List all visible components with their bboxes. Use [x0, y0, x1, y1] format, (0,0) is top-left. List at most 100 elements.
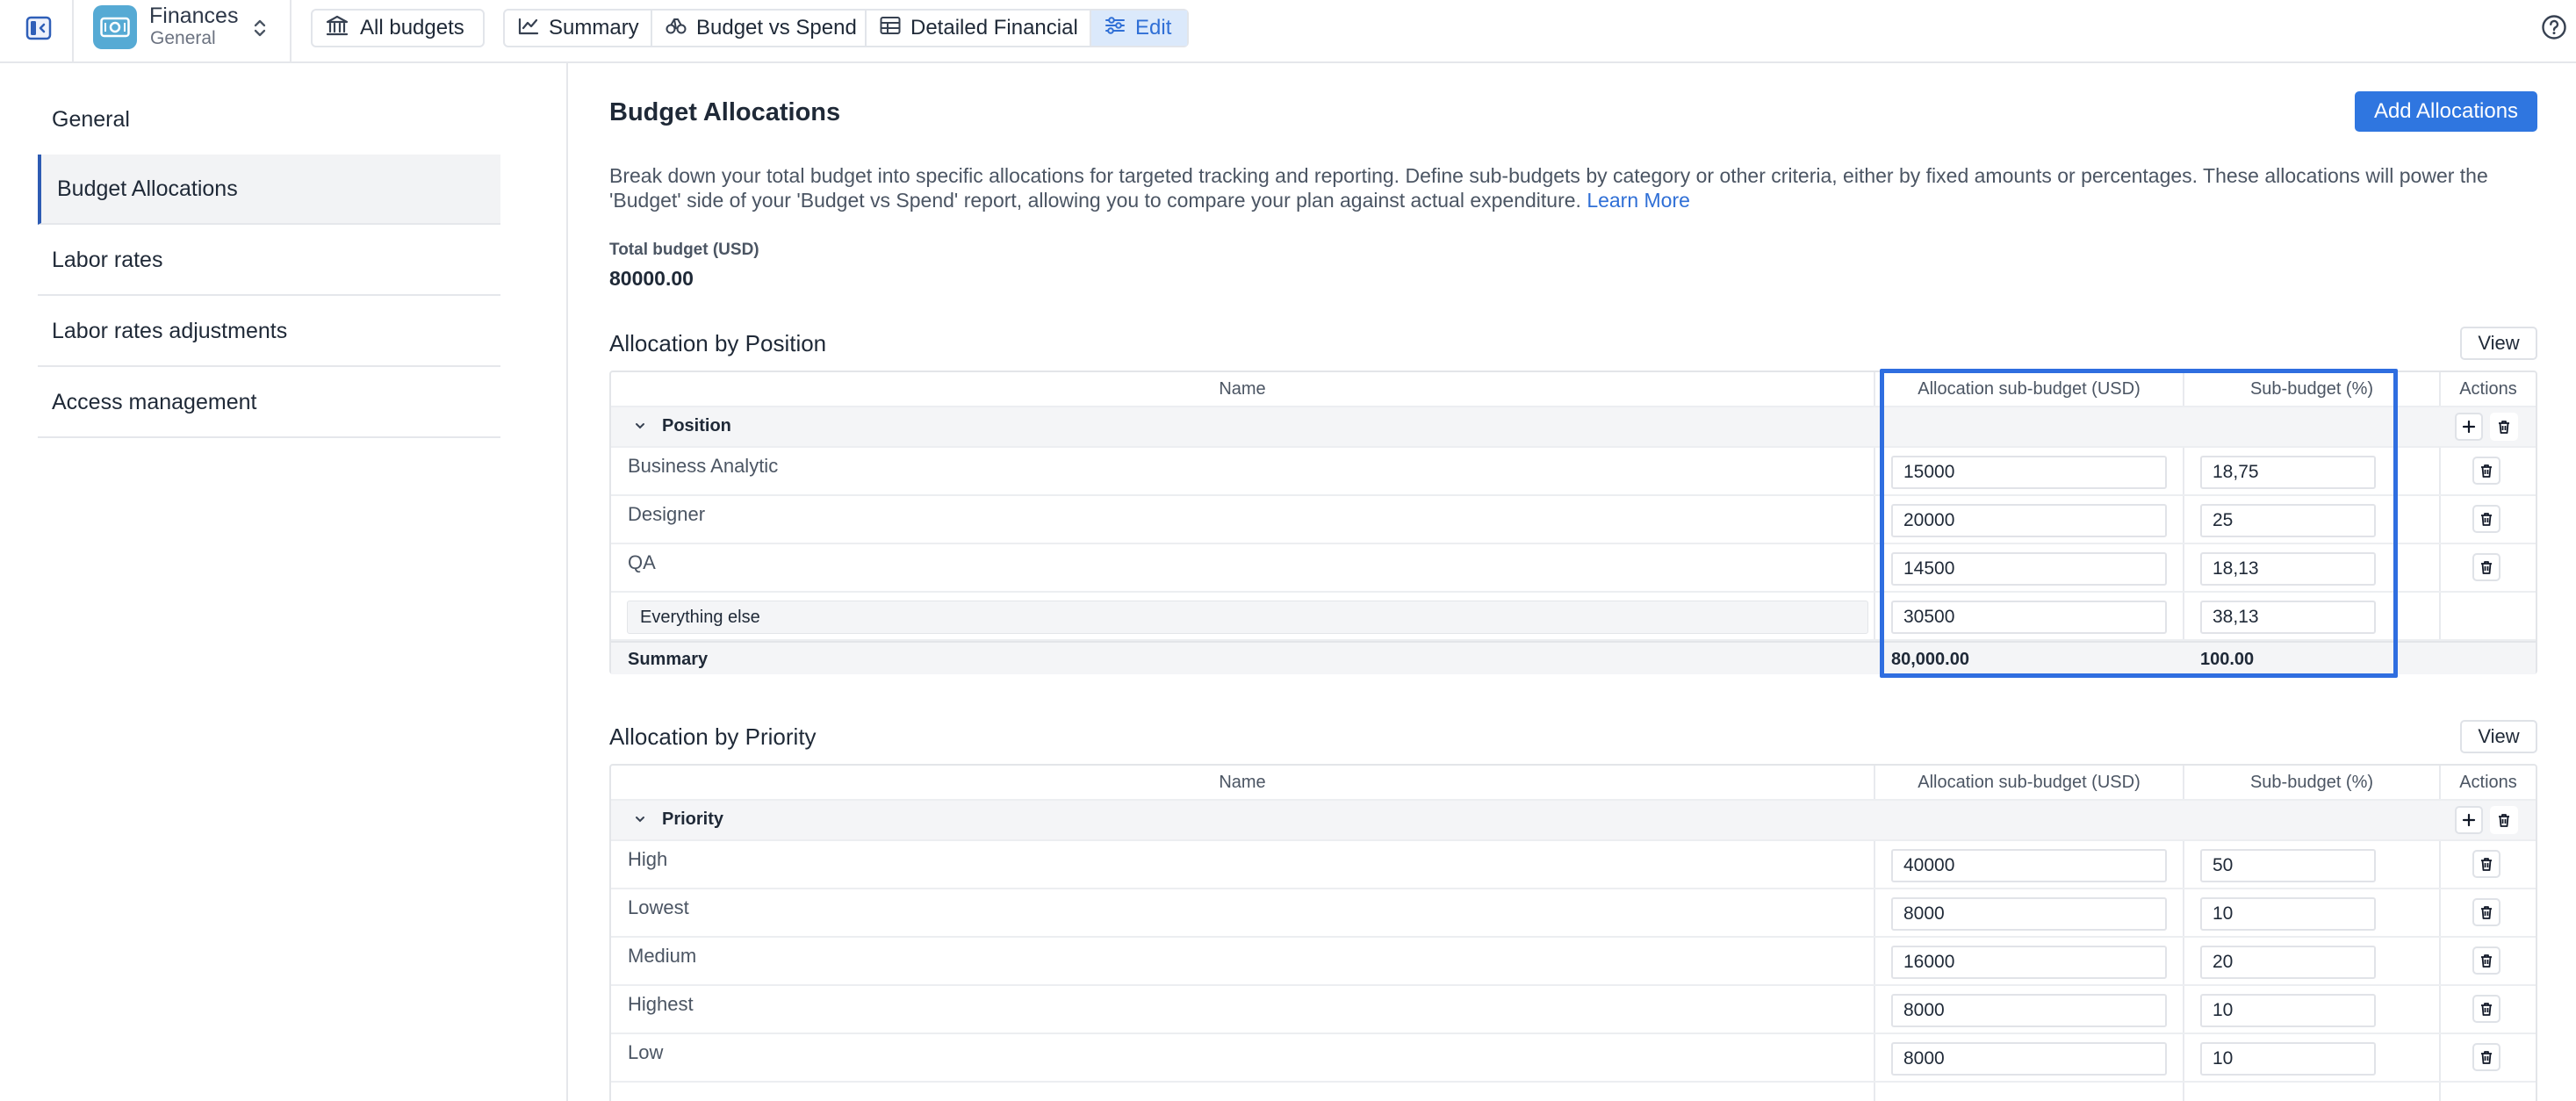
pct-input[interactable]: 38,13 [2200, 601, 2376, 634]
position-section-title: Allocation by Position [609, 330, 827, 356]
all-budgets-label: All budgets [360, 16, 464, 40]
row-name: Lowest [628, 896, 689, 918]
usd-input[interactable]: 8000 [1891, 897, 2167, 931]
table-row: Lowest 8000 10 [611, 889, 2536, 938]
tab-label: Summary [549, 16, 639, 40]
sidebar-item-labor-rates[interactable]: Labor rates [38, 226, 500, 296]
usd-input[interactable]: 20000 [1891, 504, 2167, 537]
pct-input[interactable]: 25 [2200, 504, 2376, 537]
usd-input[interactable]: 40000 [1891, 849, 2167, 882]
sidebar-item-label: Access management [52, 389, 257, 414]
add-row-button[interactable] [2455, 413, 2483, 441]
pct-input[interactable]: 18,75 [2200, 456, 2376, 489]
sidebar-item-budget-allocations[interactable]: Budget Allocations [38, 155, 500, 225]
usd-input[interactable]: 15000 [1891, 456, 2167, 489]
position-table: Name Allocation sub-budget (USD) Sub-bud… [609, 371, 2537, 674]
sidebar-toggle-icon[interactable] [23, 12, 54, 44]
sidebar-item-access-management[interactable]: Access management [38, 368, 500, 438]
chevron-down-icon[interactable] [634, 813, 646, 825]
usd-input[interactable]: 30500 [1891, 601, 2167, 634]
pct-input[interactable]: 10 [2200, 1042, 2376, 1076]
column-header-usd: Allocation sub-budget (USD) [1918, 378, 2141, 399]
table-icon [879, 15, 902, 42]
pct-input[interactable]: 18,13 [2200, 552, 2376, 586]
divider [290, 0, 291, 63]
usd-input[interactable]: 16000 [1891, 946, 2167, 979]
column-header-actions: Actions [2459, 772, 2517, 792]
sidebar-item-labor-rates-adjustments[interactable]: Labor rates adjustments [38, 297, 500, 367]
column-header-actions: Actions [2459, 378, 2517, 399]
pct-input[interactable]: 20 [2200, 946, 2376, 979]
settings-sidebar: General Budget Allocations Labor rates L… [0, 63, 568, 1101]
chevron-updown-icon[interactable] [251, 16, 269, 40]
column-header-name: Name [1219, 772, 1266, 792]
tab-budget-vs-spend[interactable]: Budget vs Spend [652, 11, 865, 46]
priority-view-button[interactable]: View [2460, 720, 2537, 753]
delete-group-button[interactable] [2490, 413, 2518, 441]
page-description: Break down your total budget into specif… [609, 163, 2550, 212]
delete-group-button[interactable] [2490, 806, 2518, 834]
all-budgets-button[interactable]: All budgets [311, 9, 485, 47]
chevron-down-icon[interactable] [634, 420, 646, 432]
row-name: Designer [628, 503, 706, 525]
pct-input[interactable]: 10 [2200, 994, 2376, 1027]
sidebar-item-label: Labor rates [52, 247, 163, 272]
priority-table: Name Allocation sub-budget (USD) Sub-bud… [609, 764, 2537, 1101]
delete-row-button[interactable] [2472, 457, 2500, 485]
position-view-button[interactable]: View [2460, 327, 2537, 360]
usd-input[interactable]: 8000 [1891, 994, 2167, 1027]
tab-label: Edit [1135, 16, 1172, 40]
delete-row-button[interactable] [2472, 995, 2500, 1023]
tab-detailed-financial[interactable]: Detailed Financial [867, 11, 1090, 46]
delete-row-button[interactable] [2472, 553, 2500, 581]
sliders-icon [1104, 15, 1126, 42]
total-budget-value: 80000.00 [609, 267, 694, 290]
delete-row-button[interactable] [2472, 946, 2500, 975]
table-row: Medium 16000 20 [611, 938, 2536, 986]
table-row-everything-else: Everything else 30500 38,13 [611, 593, 2536, 641]
tab-edit[interactable]: Edit [1091, 11, 1187, 46]
pct-input[interactable]: 50 [2200, 849, 2376, 882]
learn-more-link[interactable]: Learn More [1587, 189, 1690, 212]
trash-icon [2481, 954, 2492, 968]
add-allocations-button[interactable]: Add Allocations [2355, 91, 2537, 132]
finance-app-icon[interactable] [93, 5, 137, 49]
delete-row-button[interactable] [2472, 850, 2500, 878]
row-name: Low [628, 1041, 664, 1063]
help-icon[interactable] [2541, 14, 2567, 40]
delete-row-button[interactable] [2472, 505, 2500, 533]
table-row: Highest 8000 10 [611, 986, 2536, 1034]
row-name: Medium [628, 945, 697, 967]
delete-row-button[interactable] [2472, 1043, 2500, 1071]
group-label: Position [662, 416, 731, 435]
tab-label: Budget vs Spend [696, 16, 857, 40]
sidebar-item-general[interactable]: General [38, 84, 500, 155]
row-name: High [628, 848, 668, 870]
app-subtitle: General [150, 28, 216, 48]
table-row: QA 14500 18,13 [611, 544, 2536, 593]
pct-input[interactable]: 10 [2200, 897, 2376, 931]
app-name[interactable]: Finances [149, 4, 238, 29]
priority-section-title: Allocation by Priority [609, 723, 817, 750]
tab-label: Detailed Financial [910, 16, 1078, 40]
trash-icon [2481, 906, 2492, 919]
main-content: Budget Allocations Add Allocations Break… [569, 65, 2576, 1101]
sidebar-item-label: Budget Allocations [57, 176, 238, 201]
plus-icon [2462, 420, 2476, 434]
view-tabs: Summary Budget vs Spend Detailed Financi… [503, 9, 1189, 47]
sidebar-item-label: General [52, 106, 130, 132]
trash-icon [2499, 421, 2509, 434]
scale-icon [665, 15, 687, 42]
column-header-pct: Sub-budget (%) [2249, 378, 2374, 399]
chart-icon [517, 15, 540, 42]
column-header-usd: Allocation sub-budget (USD) [1918, 772, 2141, 792]
tab-summary[interactable]: Summary [505, 11, 651, 46]
bank-icon [325, 14, 349, 43]
trash-icon [2499, 814, 2509, 827]
delete-row-button[interactable] [2472, 898, 2500, 926]
add-row-button[interactable] [2455, 806, 2483, 834]
usd-input[interactable]: 14500 [1891, 552, 2167, 586]
usd-input[interactable]: 8000 [1891, 1042, 2167, 1076]
summary-row: Summary 80,000.00 100.00 [611, 641, 2536, 674]
description-text: Break down your total budget into specif… [609, 164, 2488, 212]
